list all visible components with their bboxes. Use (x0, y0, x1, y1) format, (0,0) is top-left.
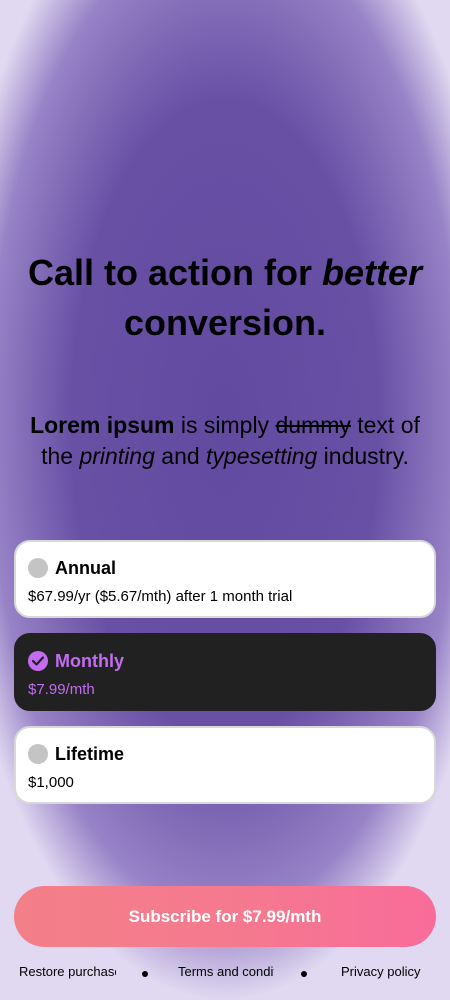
checkmark-icon (32, 656, 44, 666)
subtext-t3: and (154, 443, 207, 469)
footer-links: Restore purchases Terms and conditions P… (0, 964, 450, 984)
plan-option-annual[interactable]: Annual $67.99/yr ($5.67/mth) after 1 mon… (14, 540, 436, 618)
plan-price: $7.99/mth (28, 681, 95, 698)
restore-purchases-link[interactable]: Restore purchases (19, 964, 116, 979)
plan-title: Lifetime (55, 743, 125, 764)
separator-dot (142, 971, 148, 977)
headline: Call to action for better conversion. (0, 248, 450, 348)
check-circle-icon (28, 651, 48, 671)
privacy-policy-link[interactable]: Privacy policy (341, 964, 436, 979)
headline-emphasis: better (321, 252, 423, 293)
subtext-t4: industry. (317, 443, 409, 469)
subtext-t1: is simply (174, 412, 276, 438)
plan-title: Annual (55, 557, 116, 578)
plan-price: $1,000 (28, 774, 74, 791)
subtext-italic1: printing (79, 443, 155, 469)
plan-price: $67.99/yr ($5.67/mth) after 1 month tria… (28, 588, 293, 605)
plan-title: Monthly (55, 650, 124, 671)
subtext-italic2: typesetting (206, 443, 318, 469)
subscribe-button[interactable]: Subscribe for $7.99/mth (14, 886, 436, 947)
subtext: Lorem ipsum is simply dummy text of the … (0, 410, 450, 472)
plan-option-lifetime[interactable]: Lifetime $1,000 (14, 726, 436, 804)
radio-unchecked-icon (28, 558, 48, 578)
radio-unchecked-icon (28, 744, 48, 764)
terms-link[interactable]: Terms and conditions (178, 964, 274, 979)
subtext-bold: Lorem ipsum (30, 412, 175, 438)
headline-part1: Call to action for (27, 252, 322, 293)
headline-part2: conversion. (123, 302, 327, 343)
plan-option-monthly[interactable]: Monthly $7.99/mth (14, 633, 436, 711)
separator-dot (301, 971, 307, 977)
paywall-screen: Call to action for better conversion. Lor… (0, 0, 450, 1000)
subtext-strike: dummy (275, 412, 351, 438)
